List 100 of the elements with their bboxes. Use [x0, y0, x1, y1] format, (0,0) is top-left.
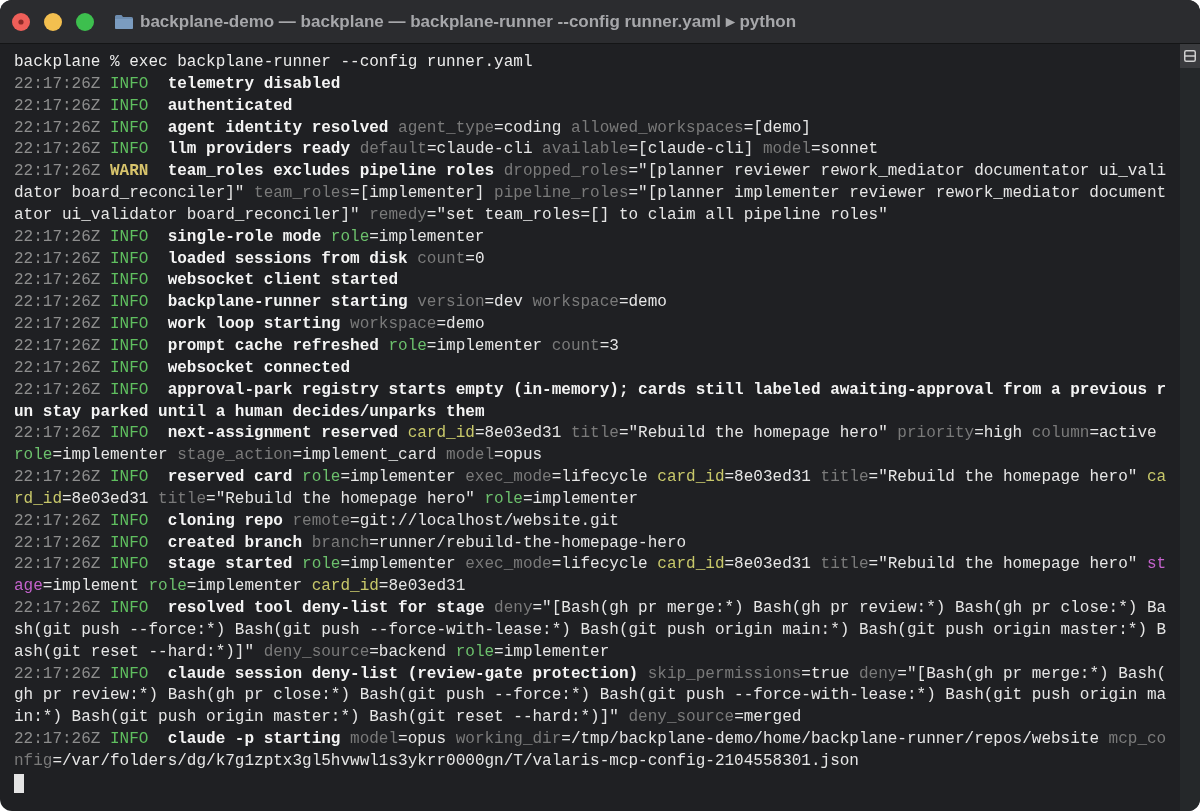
log-message: approval-park registry starts empty (in-memory); cards still labeled awaiting-approval from a previous r [167, 380, 1167, 399]
close-button[interactable] [12, 12, 30, 31]
field-value: =opus [494, 446, 543, 465]
field-value: ash(git reset --hard:*)]" [14, 642, 255, 661]
timestamp: 22:17:26Z [14, 162, 101, 181]
field-value: ator ui_validator board_reconciler]" [14, 205, 360, 224]
field-key: ca [1147, 468, 1167, 487]
timestamp: 22:17:26Z [14, 227, 101, 246]
log-message: claude session deny-list (review-gate protection) [167, 664, 639, 683]
folder-icon [115, 14, 133, 29]
field-key: remedy [369, 205, 427, 224]
log-level: INFO [110, 730, 149, 749]
log-level: INFO [110, 227, 149, 246]
field-key: st [1147, 555, 1167, 574]
field-key: title [158, 489, 207, 508]
field-value: ="[planner implementer reviewer rework_mediator document [628, 184, 1167, 203]
log-message: stage started [167, 555, 293, 574]
field-value: =implementer [186, 577, 303, 596]
field-value: =claude-cli [426, 140, 533, 159]
field-value: =[claude-cli] [628, 140, 754, 159]
field-value: =opus [398, 730, 447, 749]
log-message: authenticated [167, 96, 293, 115]
timestamp: 22:17:26Z [14, 730, 101, 749]
field-key: mcp_co [1108, 730, 1167, 749]
field-value: ="[Bash(gh pr merge:*) Bash(gh pr review:*) Bash(gh pr close:*) Ba [532, 599, 1167, 618]
log-message: loaded sessions from disk [167, 249, 408, 268]
log-message: prompt cache refreshed [167, 336, 379, 355]
field-value: =demo [618, 293, 667, 312]
log-message: un stay parked until a human decides/unparks them [14, 402, 485, 421]
field-value: =implementer [369, 227, 485, 246]
field-value: =high [974, 424, 1023, 443]
field-value: =0 [465, 249, 485, 268]
timestamp: 22:17:26Z [14, 249, 101, 268]
field-key: age [14, 577, 43, 596]
field-value: =implementer [340, 555, 456, 574]
log-level: INFO [110, 96, 149, 115]
log-level: INFO [110, 468, 149, 487]
log-level: INFO [110, 249, 149, 268]
timestamp: 22:17:26Z [14, 96, 101, 115]
timestamp: 22:17:26Z [14, 74, 101, 93]
field-value: =implementer [494, 642, 610, 661]
field-key: deny [494, 599, 533, 618]
field-key: role [148, 577, 187, 596]
field-value: =runner/rebuild-the-homepage-hero [369, 533, 687, 552]
field-key: working_dir [455, 730, 562, 749]
field-value: gh pr review:*) Bash(gh pr close:*) Bash(git push --force:*) Bash(git push --force-with-lease:*) Bash(git push origin ma [14, 686, 1167, 705]
field-key: title [570, 424, 619, 443]
field-key: deny_source [263, 642, 370, 661]
field-key: model [350, 730, 399, 749]
field-key: role [484, 489, 523, 508]
field-value: ="[Bash(gh pr merge:*) Bash( [897, 664, 1167, 683]
split-icon [1184, 50, 1196, 62]
field-key: default [359, 140, 427, 159]
field-value: =lifecycle [551, 468, 648, 487]
field-key: role [302, 468, 341, 487]
timestamp: 22:17:26Z [14, 315, 101, 334]
timestamp: 22:17:26Z [14, 599, 101, 618]
log-message: llm providers ready [167, 140, 351, 159]
field-value: ="Rebuild the homepage hero" [618, 424, 888, 443]
field-value: =8e03ed31 [724, 555, 811, 574]
split-view-button[interactable] [1180, 44, 1200, 68]
field-value: =merged [734, 708, 802, 727]
field-key: priority [897, 424, 975, 443]
field-value: =dev [484, 293, 523, 312]
field-key: agent_type [398, 118, 495, 137]
log-message: reserved card [167, 468, 293, 487]
field-key: stage_action [177, 446, 293, 465]
field-value: sh(git push --force:*) Bash(git push --force-with-lease:*) Bash(git push origin main:*) Bash(git push origin master:*) B [14, 620, 1167, 639]
text-cursor [14, 774, 24, 794]
timestamp: 22:17:26Z [14, 118, 101, 137]
field-value: ="Rebuild the homepage hero" [868, 555, 1138, 574]
log-level: INFO [110, 140, 149, 159]
timestamp: 22:17:26Z [14, 533, 101, 552]
field-value: =[demo] [743, 118, 811, 137]
field-key: title [820, 468, 869, 487]
minimize-button[interactable] [44, 12, 62, 31]
log-message: resolved tool deny-list for stage [167, 599, 485, 618]
field-value: =git://localhost/website.git [350, 511, 619, 530]
field-key: model [446, 446, 495, 465]
zoom-button[interactable] [76, 12, 94, 31]
timestamp: 22:17:26Z [14, 380, 101, 399]
log-message: team_roles excludes pipeline roles [167, 162, 495, 181]
field-value: =/var/folders/dg/k7g1zptx3gl5hvwwl1s3ykrr0000gn/T/valaris-mcp-config-2104558301.json [52, 752, 859, 770]
field-key: rd_id [14, 489, 62, 508]
log-level: WARN [110, 162, 149, 181]
log-level: INFO [110, 511, 149, 530]
log-level: INFO [110, 599, 149, 618]
field-value: =implementer [52, 446, 168, 465]
log-level: INFO [110, 424, 149, 443]
field-value: =3 [599, 336, 619, 355]
field-key: exec_mode [465, 468, 552, 487]
timestamp: 22:17:26Z [14, 271, 101, 290]
log-message: websocket connected [167, 358, 351, 377]
log-message: created branch [167, 533, 303, 552]
field-value: dator board_reconciler]" [14, 184, 245, 203]
timestamp: 22:17:26Z [14, 293, 101, 312]
log-message: agent identity resolved [167, 118, 389, 137]
field-key: column [1031, 424, 1090, 443]
timestamp: 22:17:26Z [14, 424, 101, 443]
timestamp: 22:17:26Z [14, 664, 101, 683]
